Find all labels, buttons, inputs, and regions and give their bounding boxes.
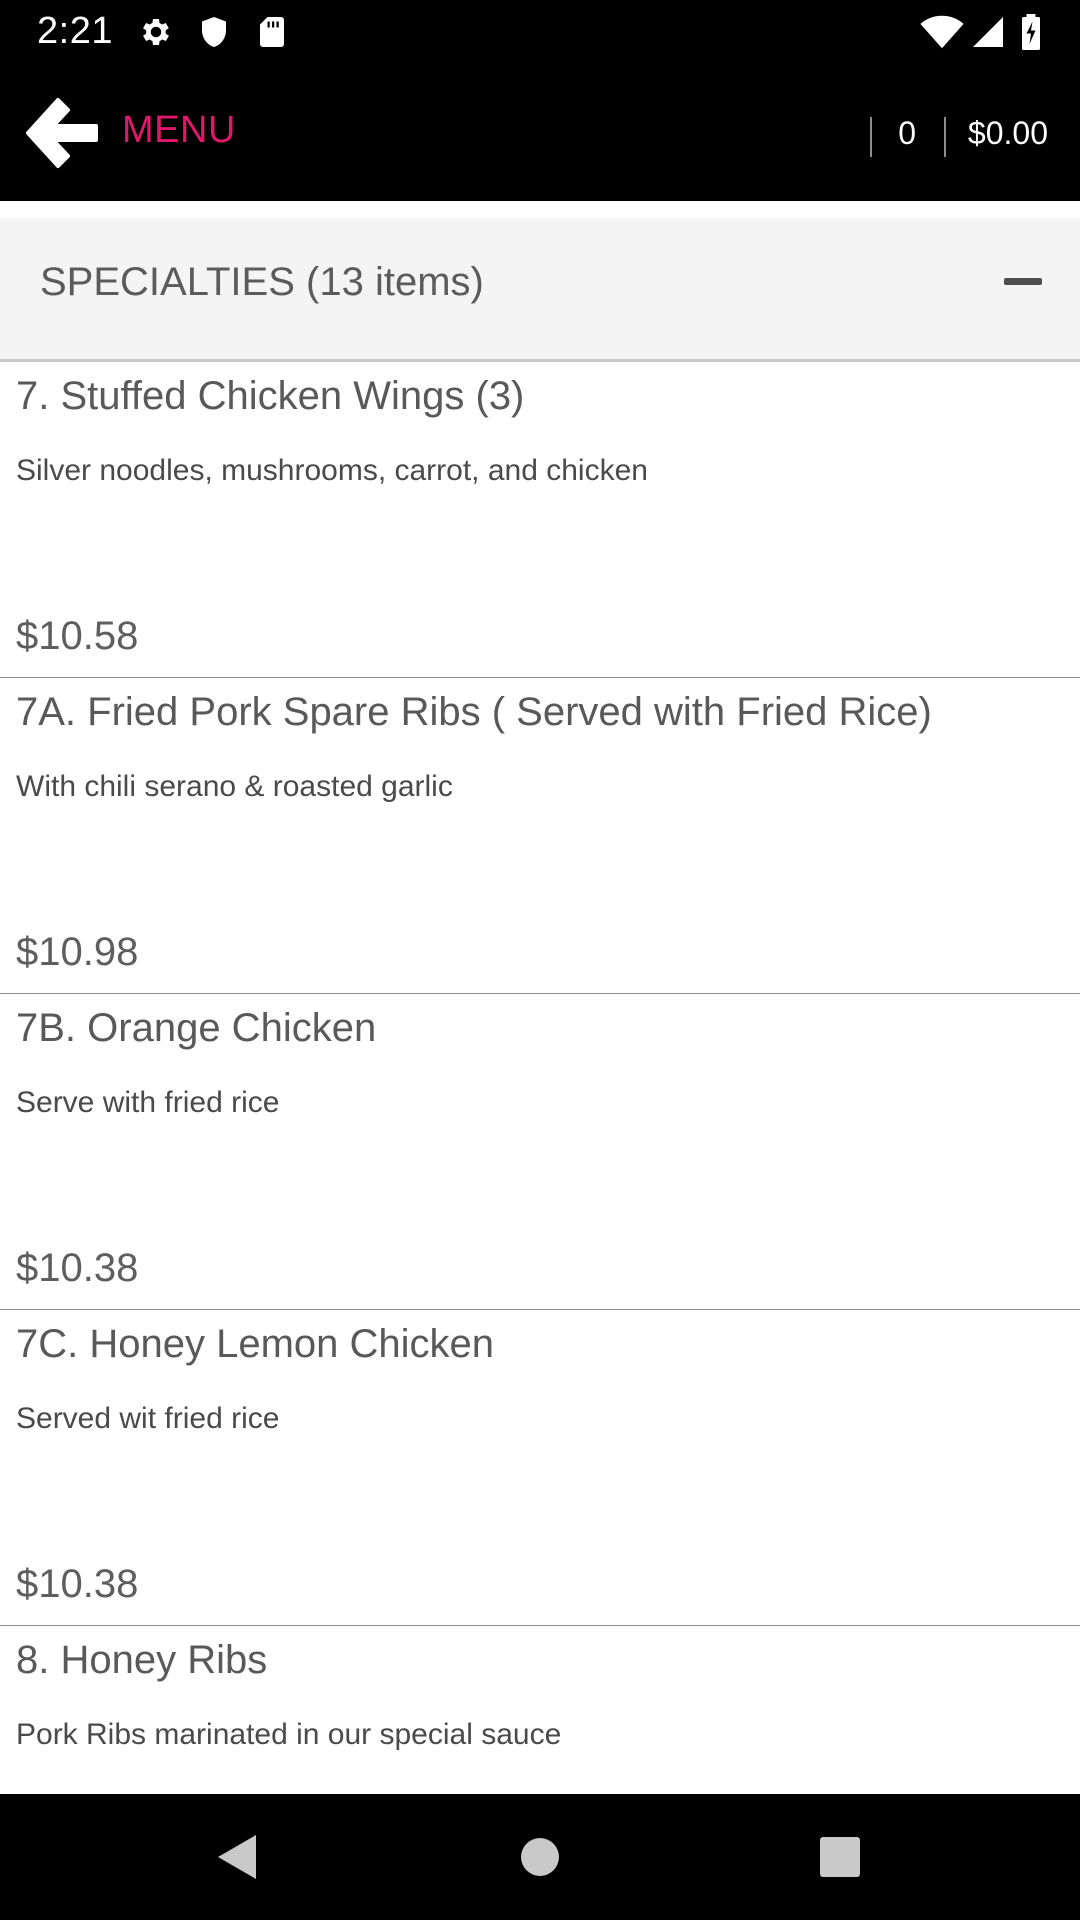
divider [944, 117, 946, 157]
navigation-bar [0, 1794, 1080, 1920]
divider [870, 117, 872, 157]
status-bar: 2:21 [0, 0, 1080, 63]
spacer [0, 201, 1080, 218]
sd-card-icon [260, 17, 284, 47]
menu-item[interactable]: 7. Stuffed Chicken Wings (3) Silver nood… [0, 362, 1080, 678]
category-title: SPECIALTIES (13 items) [40, 260, 484, 304]
item-price: $10.38 [16, 1246, 139, 1290]
item-name: 8. Honey Ribs [16, 1638, 268, 1682]
menu-item-list[interactable]: 7. Stuffed Chicken Wings (3) Silver nood… [0, 362, 1080, 1794]
app-header: MENU 0 $0.00 [0, 63, 1080, 201]
item-description: Pork Ribs marinated in our special sauce [16, 1718, 562, 1751]
item-description: With chili serano & roasted garlic [16, 770, 453, 803]
back-arrow-icon[interactable] [24, 96, 100, 170]
item-price: $10.98 [16, 930, 139, 974]
cart-count: 0 [898, 115, 916, 151]
minus-icon[interactable] [1004, 278, 1042, 285]
status-time: 2:21 [37, 10, 113, 52]
settings-icon [143, 18, 169, 46]
item-price: $10.58 [16, 614, 139, 658]
item-name: 7A. Fried Pork Spare Ribs ( Served with … [16, 690, 932, 734]
item-description: Served wit fried rice [16, 1402, 280, 1435]
item-name: 7C. Honey Lemon Chicken [16, 1322, 495, 1366]
menu-item[interactable]: 8. Honey Ribs Pork Ribs marinated in our… [0, 1626, 1080, 1794]
page-title: MENU [122, 109, 236, 151]
item-price: $10.38 [16, 1562, 139, 1606]
item-description: Serve with fried rice [16, 1086, 280, 1119]
category-header-specialties[interactable]: SPECIALTIES (13 items) [0, 218, 1080, 362]
cart-total: $0.00 [967, 115, 1048, 151]
wifi-icon [920, 15, 964, 49]
recents-square-icon[interactable] [812, 1829, 868, 1885]
battery-charging-icon [1022, 14, 1040, 50]
shield-icon [202, 17, 226, 47]
menu-item[interactable]: 7A. Fried Pork Spare Ribs ( Served with … [0, 678, 1080, 994]
item-name: 7. Stuffed Chicken Wings (3) [16, 374, 525, 418]
signal-icon [973, 17, 1003, 47]
home-circle-icon[interactable] [512, 1829, 568, 1885]
back-triangle-icon[interactable] [210, 1829, 266, 1885]
item-name: 7B. Orange Chicken [16, 1006, 377, 1050]
item-description: Silver noodles, mushrooms, carrot, and c… [16, 454, 648, 487]
menu-item[interactable]: 7B. Orange Chicken Serve with fried rice… [0, 994, 1080, 1310]
menu-item[interactable]: 7C. Honey Lemon Chicken Served wit fried… [0, 1310, 1080, 1626]
